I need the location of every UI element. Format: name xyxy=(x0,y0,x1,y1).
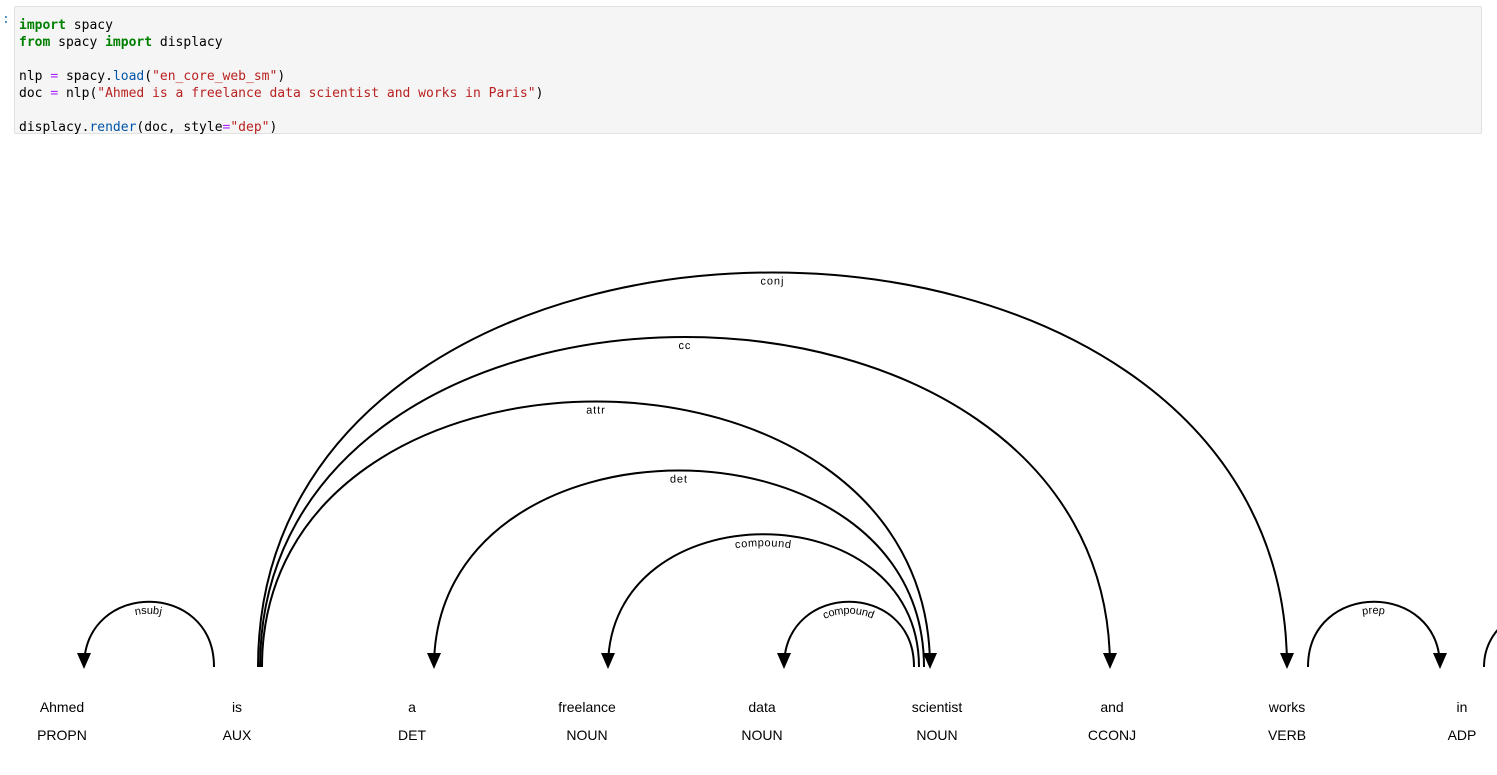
arc-arrowhead xyxy=(427,653,441,669)
arc-label: attr xyxy=(586,404,606,416)
token-word: a xyxy=(408,699,416,715)
arc-label: compound xyxy=(821,605,877,622)
dependency-arc-conj xyxy=(258,273,1287,668)
arc-arrowhead xyxy=(601,653,615,669)
token-word: scientist xyxy=(912,699,963,715)
dependency-parse-diagram: Ahmed PROPN is AUX a DET freelance NOUN data NOUN… xyxy=(0,0,1497,775)
arc-label: det xyxy=(670,473,688,485)
arc-label: prep xyxy=(1361,605,1386,618)
arc-arrowhead xyxy=(1433,653,1447,669)
token-word: Ahmed xyxy=(40,699,84,715)
token-pos-tag: NOUN xyxy=(916,727,957,743)
token-word: works xyxy=(1268,699,1306,715)
token-pos-tag: AUX xyxy=(223,727,252,743)
token-pos-tag: PROPN xyxy=(37,727,87,743)
dependency-arc-compound xyxy=(608,534,919,667)
dependency-arc-cc xyxy=(260,337,1110,667)
arc-label: conj xyxy=(760,275,784,287)
token-word: data xyxy=(748,699,775,715)
dependency-arc-det xyxy=(434,471,924,668)
token-pos-tag: NOUN xyxy=(741,727,782,743)
arc-arrowhead xyxy=(777,653,791,669)
arc-arrowhead xyxy=(1280,653,1294,669)
token-pos-tag: CCONJ xyxy=(1088,727,1136,743)
token-word: freelance xyxy=(558,699,616,715)
token-word: and xyxy=(1100,699,1123,715)
arc-label: nsubj xyxy=(134,605,164,618)
arc-arrowhead xyxy=(923,653,937,669)
token-word: in xyxy=(1457,699,1468,715)
token-word: is xyxy=(232,699,242,715)
token-pos-tag: DET xyxy=(398,727,426,743)
dependency-arc-partial xyxy=(1484,602,1497,667)
token-pos-tag: VERB xyxy=(1268,727,1306,743)
dependency-arc-attr xyxy=(262,402,930,668)
arc-arrowhead xyxy=(1103,653,1117,669)
token-pos-tag: NOUN xyxy=(566,727,607,743)
arc-arrowhead xyxy=(77,653,91,669)
arc-label: compound xyxy=(734,537,792,551)
notebook-page: : import spacyfrom spacy import displacy… xyxy=(0,0,1497,775)
arc-label: cc xyxy=(679,340,692,352)
token-pos-tag: ADP xyxy=(1448,727,1477,743)
